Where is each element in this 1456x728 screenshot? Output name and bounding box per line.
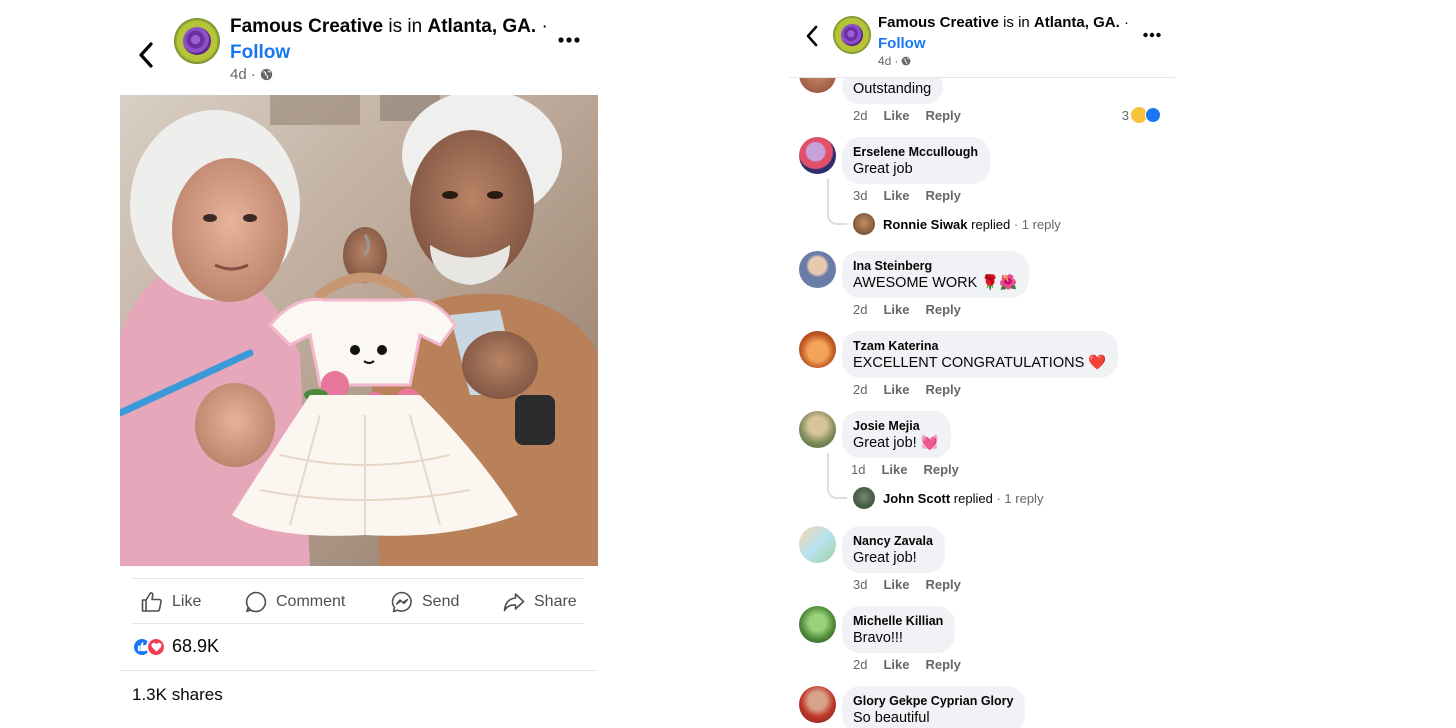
comment-reply-button[interactable]: Reply	[925, 657, 960, 672]
commenter-avatar[interactable]	[799, 606, 836, 643]
post-header: Famous Creative is in Atlanta, GA. · Fol…	[120, 14, 598, 84]
comment-meta: 3d Like Reply	[853, 577, 961, 592]
commenter-avatar[interactable]	[799, 251, 836, 288]
back-arrow-icon[interactable]	[803, 24, 821, 48]
globe-icon	[901, 56, 911, 66]
commenter-name[interactable]: Josie Mejia	[853, 418, 939, 434]
share-count[interactable]: 1.3K shares	[132, 685, 223, 705]
comment-bubble-icon	[245, 591, 267, 613]
commenter-avatar[interactable]	[799, 137, 836, 174]
author-name[interactable]: Famous Creative	[878, 14, 999, 31]
comment-reply-button[interactable]: Reply	[925, 577, 960, 592]
comment-reply-button[interactable]: Reply	[925, 302, 960, 317]
comment-meta: 3d Like Reply	[853, 188, 961, 203]
comment-bubble: Tzam Katerina EXCELLENT CONGRATULATIONS …	[842, 331, 1119, 378]
comment-bubble: Glory Gekpe Cyprian Glory So beautiful	[842, 686, 1026, 728]
follow-button[interactable]: Follow	[878, 35, 926, 52]
reaction-summary[interactable]: 68.9K	[132, 636, 219, 657]
comment-reactions[interactable]: 3	[1122, 107, 1161, 123]
commenter-name[interactable]: Nancy Zavala	[853, 533, 933, 549]
reply-thread-line	[827, 453, 847, 499]
comment-reply-button[interactable]: Reply	[925, 108, 960, 123]
location-name[interactable]: Atlanta, GA.	[427, 16, 536, 37]
comment-bubble: Josie Mejia Great job! 💓	[842, 411, 951, 458]
comment-like-button[interactable]: Like	[883, 657, 909, 672]
reaction-count: 68.9K	[172, 636, 220, 656]
share-button[interactable]: Share	[502, 590, 577, 614]
comment-like-button[interactable]: Like	[883, 382, 909, 397]
post-card: Famous Creative is in Atlanta, GA. · Fol…	[120, 0, 598, 728]
crochet-dress-photo	[120, 95, 598, 566]
more-options-icon[interactable]	[1143, 32, 1161, 38]
commenter-name[interactable]: Glory Gekpe Cyprian Glory	[853, 693, 1013, 709]
comment-button[interactable]: Comment	[244, 590, 345, 614]
comment-like-button[interactable]: Like	[883, 577, 909, 592]
commenter-name[interactable]: Ina Steinberg	[853, 258, 1017, 274]
share-arrow-icon	[503, 593, 525, 612]
comment-bubble: Ina Steinberg AWESOME WORK 🌹🌺	[842, 251, 1030, 298]
comment-like-button[interactable]: Like	[883, 188, 909, 203]
love-reaction-icon	[146, 636, 166, 657]
post-photo[interactable]	[120, 95, 598, 566]
comment-bubble: Michelle Killian Bravo!!!	[842, 606, 956, 653]
post-action-bar: Like Comment Send Share	[132, 578, 584, 624]
page-avatar[interactable]	[833, 16, 871, 54]
comments-panel: Famous Creative is in Atlanta, GA. · Fol…	[789, 0, 1175, 728]
commenter-avatar[interactable]	[799, 331, 836, 368]
commenter-avatar[interactable]	[799, 526, 836, 563]
globe-icon	[260, 68, 272, 81]
comment-like-button[interactable]: Like	[883, 108, 909, 123]
comment-like-button[interactable]: Like	[881, 462, 907, 477]
send-button[interactable]: Send	[390, 590, 459, 614]
thumbs-up-icon	[141, 592, 162, 612]
more-options-icon[interactable]	[558, 36, 580, 44]
post-title: Famous Creative is in Atlanta, GA. ·	[230, 16, 548, 37]
post-timestamp: 4d ·	[230, 66, 273, 83]
messenger-icon	[391, 591, 412, 613]
comment-bubble: Nancy Zavala Great job!	[842, 526, 945, 573]
comment-meta: 2d Like Reply	[853, 382, 961, 397]
comment-reply-button[interactable]: Reply	[925, 188, 960, 203]
comments-header: Famous Creative is in Atlanta, GA. · Fol…	[789, 0, 1175, 78]
reply-thread-line	[827, 179, 847, 225]
comment-meta: 2d Like Reply	[853, 657, 961, 672]
commenter-avatar[interactable]	[799, 411, 836, 448]
author-name[interactable]: Famous Creative	[230, 16, 383, 37]
location-name[interactable]: Atlanta, GA.	[1034, 14, 1120, 31]
replier-avatar	[853, 487, 875, 509]
commenter-avatar[interactable]	[799, 686, 836, 723]
divider	[120, 670, 598, 671]
back-arrow-icon[interactable]	[134, 40, 158, 70]
commenter-name[interactable]: Erselene Mccullough	[853, 144, 978, 160]
like-reaction-icon	[1145, 107, 1161, 123]
comment-meta: 2d Like Reply	[853, 108, 961, 123]
commenter-name[interactable]: Michelle Killian	[853, 613, 943, 629]
comment-reply-button[interactable]: Reply	[925, 382, 960, 397]
comment-meta: 2d Like Reply	[853, 302, 961, 317]
commenter-name[interactable]: Tzam Katerina	[853, 338, 1106, 354]
like-button[interactable]: Like	[140, 590, 201, 614]
replier-avatar	[853, 213, 875, 235]
reply-summary[interactable]: Ronnie Siwak replied · 1 reply	[853, 213, 1061, 235]
page-avatar[interactable]	[174, 18, 220, 64]
post-title: Famous Creative is in Atlanta, GA. ·	[878, 14, 1129, 31]
follow-button[interactable]: Follow	[230, 42, 290, 64]
post-timestamp: 4d ·	[878, 54, 911, 68]
comment-reply-button[interactable]: Reply	[923, 462, 958, 477]
comment-meta: 1d Like Reply	[851, 462, 959, 477]
comment-like-button[interactable]: Like	[883, 302, 909, 317]
comment-bubble: Erselene Mccullough Great job	[842, 137, 991, 184]
reply-summary[interactable]: John Scott replied · 1 reply	[853, 487, 1043, 509]
